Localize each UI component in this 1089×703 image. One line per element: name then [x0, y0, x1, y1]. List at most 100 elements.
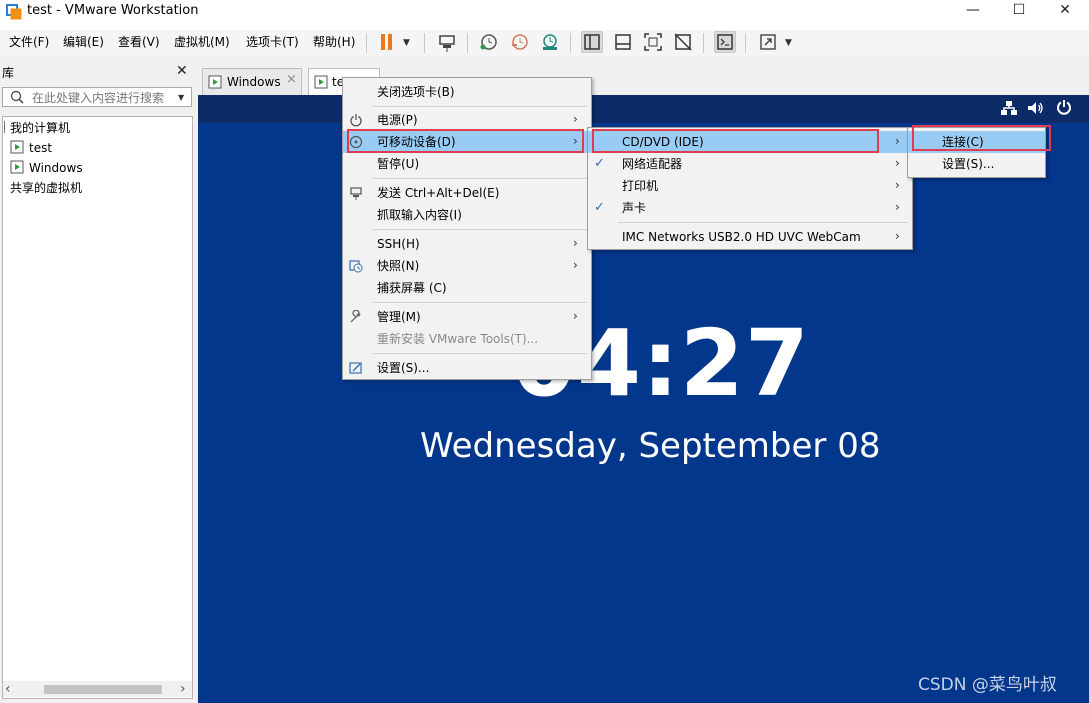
- tree-item-vm-windows[interactable]: Windows: [29, 160, 83, 176]
- tab-windows-label: Windows: [227, 75, 281, 89]
- terminal-icon: [717, 34, 733, 50]
- menu-separator: [373, 302, 587, 303]
- toolbar-separator: [467, 33, 468, 53]
- power-icon[interactable]: [1055, 98, 1073, 116]
- menu-item-sound-card[interactable]: ✓ 声卡 ›: [588, 197, 912, 219]
- menu-separator: [373, 106, 587, 107]
- menu-separator: [373, 178, 587, 179]
- menu-item-capture-screen[interactable]: 捕获屏幕 (C): [343, 277, 591, 299]
- pause-button[interactable]: [376, 31, 398, 53]
- tree-item-vm-test[interactable]: test: [29, 140, 52, 156]
- show-library-button[interactable]: [581, 31, 603, 53]
- volume-icon[interactable]: [1026, 99, 1044, 117]
- close-window-button[interactable]: ✕: [1042, 0, 1088, 22]
- toolbar-separator: [570, 33, 571, 53]
- library-close-button[interactable]: ✕: [176, 63, 188, 79]
- lock-screen-date: Wednesday, September 08: [420, 426, 881, 466]
- library-panel-icon: [584, 34, 600, 50]
- submenu-arrow-icon: ›: [895, 200, 900, 214]
- scroll-left-icon[interactable]: ‹: [5, 681, 11, 697]
- library-title: 库: [2, 66, 15, 80]
- snapshot-manager-button[interactable]: [539, 31, 561, 53]
- toolbar-separator: [745, 33, 746, 53]
- menu-separator: [373, 353, 587, 354]
- menu-item-settings[interactable]: 设置(S)...: [343, 357, 591, 379]
- menu-help[interactable]: 帮助(H): [313, 34, 355, 50]
- snapshot-manager-icon: [543, 34, 557, 50]
- library-search-placeholder: 在此处键入内容进行搜索: [32, 91, 165, 105]
- unity-button[interactable]: [672, 31, 694, 53]
- menu-item-pause[interactable]: 暂停(U): [343, 153, 591, 175]
- vmware-app-icon: [6, 4, 22, 20]
- check-icon: ✓: [594, 200, 605, 215]
- scrollbar-thumb[interactable]: [44, 685, 162, 694]
- menu-item-network-adapter[interactable]: ✓ 网络适配器 ›: [588, 153, 912, 175]
- submenu-arrow-icon: ›: [573, 112, 578, 126]
- send-ctrl-alt-del-button[interactable]: [436, 31, 458, 53]
- menu-item-manage[interactable]: 管理(M) ›: [343, 306, 591, 328]
- keyboard-send-icon: [349, 186, 363, 200]
- menu-edit[interactable]: 编辑(E): [63, 34, 104, 50]
- menu-separator: [618, 222, 908, 223]
- tree-item-shared-vms[interactable]: 共享的虚拟机: [10, 180, 82, 196]
- submenu-arrow-icon: ›: [573, 309, 578, 323]
- menu-item-ssh[interactable]: SSH(H) ›: [343, 233, 591, 255]
- snapshot-clock-icon: [480, 34, 497, 50]
- network-icon[interactable]: [1000, 99, 1018, 117]
- annotation-highlight-connect: [912, 125, 1051, 151]
- power-icon: [349, 113, 363, 127]
- submenu-arrow-icon: ›: [895, 229, 900, 243]
- tab-close-icon[interactable]: ×: [286, 73, 297, 87]
- menu-item-close-tab[interactable]: 关闭选项卡(B): [343, 81, 591, 103]
- console-view-button[interactable]: [714, 31, 736, 53]
- minimize-button[interactable]: —: [950, 0, 996, 22]
- stretch-dropdown-icon[interactable]: ▼: [785, 38, 792, 48]
- stretch-icon: [760, 34, 776, 50]
- menu-item-send-ctrl-alt-del[interactable]: 发送 Ctrl+Alt+Del(E): [343, 182, 591, 204]
- menu-view[interactable]: 查看(V): [118, 34, 160, 50]
- submenu-arrow-icon: ›: [573, 236, 578, 250]
- submenu-arrow-icon: ›: [573, 258, 578, 272]
- menu-separator: [373, 229, 587, 230]
- pause-dropdown-icon[interactable]: ▼: [403, 38, 410, 48]
- maximize-button[interactable]: ☐: [996, 0, 1042, 22]
- check-icon: ✓: [594, 156, 605, 171]
- submenu-arrow-icon: ›: [895, 134, 900, 148]
- menu-tabs[interactable]: 选项卡(T): [246, 34, 299, 50]
- menu-item-webcam[interactable]: IMC Networks USB2.0 HD UVC WebCam ›: [588, 226, 912, 248]
- watermark: CSDN @菜鸟叶叔: [918, 675, 1057, 695]
- tree-line: [4, 121, 5, 133]
- menu-vm[interactable]: 虚拟机(M): [174, 34, 230, 50]
- revert-snapshot-icon: [512, 34, 528, 50]
- full-screen-button[interactable]: [642, 31, 664, 53]
- annotation-highlight-removable-devices: [347, 129, 584, 153]
- library-header: [0, 62, 196, 82]
- thumbnail-bar-button[interactable]: [612, 31, 634, 53]
- snapshot-icon: [349, 259, 363, 273]
- tree-item-my-computer[interactable]: 我的计算机: [10, 120, 70, 136]
- tab-context-menu: 关闭选项卡(B) 电源(P) › 可移动设备(D) › 暂停(U) 发送 Ctr…: [342, 77, 592, 380]
- menu-item-cd-settings[interactable]: 设置(S)...: [908, 153, 1045, 175]
- menu-item-power[interactable]: 电源(P) ›: [343, 109, 591, 131]
- window-title: test - VMware Workstation: [27, 3, 199, 18]
- vm-icon: [10, 160, 24, 174]
- toolbar-separator: [366, 33, 367, 53]
- snapshot-button[interactable]: [478, 31, 500, 53]
- unity-disabled-icon: [674, 33, 692, 51]
- search-dropdown-icon[interactable]: ▼: [178, 93, 184, 103]
- submenu-arrow-icon: ›: [895, 156, 900, 170]
- toolbar-separator: [703, 33, 704, 53]
- menu-item-reinstall-vmware-tools: 重新安装 VMware Tools(T)...: [377, 332, 539, 346]
- stretch-view-button[interactable]: [757, 31, 779, 53]
- fullscreen-icon: [644, 33, 662, 51]
- scroll-right-icon[interactable]: ›: [180, 681, 186, 697]
- menu-item-printer[interactable]: 打印机 ›: [588, 175, 912, 197]
- vm-tab-icon: [314, 75, 328, 89]
- menu-file[interactable]: 文件(F): [9, 34, 49, 50]
- revert-snapshot-button[interactable]: [509, 31, 531, 53]
- thumbnail-panel-icon: [615, 34, 631, 50]
- vm-tab-icon: [208, 75, 222, 89]
- menu-item-snapshot[interactable]: 快照(N) ›: [343, 255, 591, 277]
- menu-item-grab-input[interactable]: 抓取输入内容(I): [343, 204, 591, 226]
- vm-top-bar: [198, 95, 1089, 123]
